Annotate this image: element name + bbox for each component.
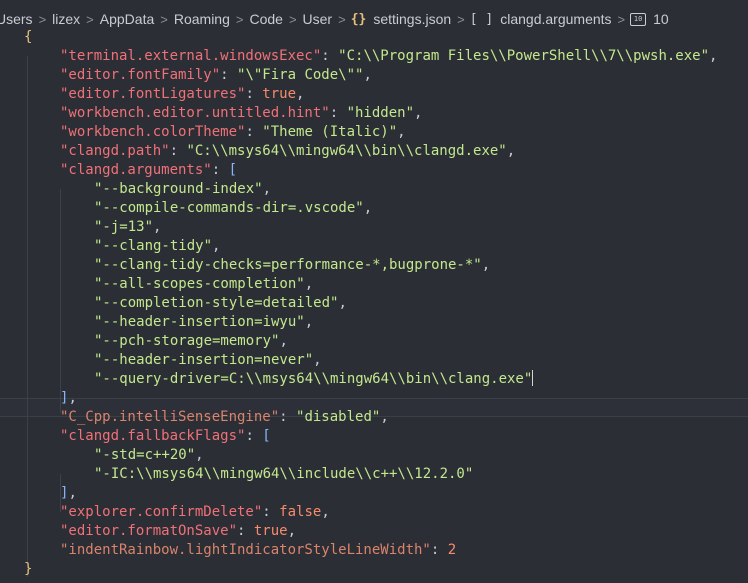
code-line: "--all-scopes-completion", (94, 276, 314, 292)
breadcrumb-item-file[interactable]: settings.json (370, 11, 454, 27)
code-line: "indentRainbow.lightIndicatorStyleLineWi… (60, 542, 457, 558)
code-line: "--completion-style=detailed", (94, 295, 347, 311)
breadcrumb-item-symbol[interactable]: clangd.arguments (497, 11, 614, 27)
breadcrumb-item-appdata[interactable]: AppData (97, 11, 157, 27)
breadcrumb-item-code[interactable]: Code (246, 11, 285, 27)
indent-guide (60, 189, 61, 413)
code-line: "-IC:\\msys64\\mingw64\\include\\c++\\12… (94, 466, 474, 482)
code-line: "editor.fontFamily": "\"Fira Code\"", (60, 67, 372, 83)
number-symbol-icon: 10 (630, 12, 647, 26)
code-line: "--compile-commands-dir=.vscode", (94, 200, 373, 216)
code-line: "workbench.colorTheme": "Theme (Italic)"… (60, 124, 406, 140)
code-line: "--clang-tidy", (94, 238, 221, 254)
code-line: { (24, 29, 33, 45)
code-line-current: "--query-driver=C:\\msys64\\mingw64\\bin… (94, 370, 534, 387)
code-line: "clangd.path": "C:\\msys64\\mingw64\\bin… (60, 143, 516, 159)
breadcrumb-item-users[interactable]: Users (0, 11, 36, 27)
chevron-right-icon: > (457, 11, 465, 27)
chevron-right-icon: > (86, 11, 94, 27)
code-line: ], (60, 485, 77, 501)
code-line: "workbench.editor.untitled.hint": "hidde… (60, 105, 423, 121)
breadcrumb-item-roaming[interactable]: Roaming (171, 11, 233, 27)
code-line: ], (60, 390, 77, 406)
code-line: "terminal.external.windowsExec": "C:\\Pr… (60, 48, 718, 64)
chevron-right-icon: > (617, 11, 626, 27)
code-line: "explorer.confirmDelete": false, (60, 504, 330, 520)
code-line: "clangd.arguments": [ (60, 162, 238, 178)
chevron-right-icon: > (338, 11, 346, 27)
code-line: "--background-index", (94, 181, 272, 197)
chevron-right-icon: > (38, 11, 47, 27)
indent-guide (27, 56, 28, 577)
breadcrumb-item-user[interactable]: User (300, 11, 336, 27)
code-line: "clangd.fallbackFlags": [ (60, 428, 271, 444)
chevron-right-icon: > (235, 11, 244, 27)
code-line: "C_Cpp.intelliSenseEngine": "disabled", (60, 409, 389, 425)
code-line: "-std=c++20", (94, 447, 204, 463)
code-line: "--header-insertion=never", (94, 352, 322, 368)
code-line: "-j=13", (94, 219, 162, 235)
breadcrumb-item-lizex[interactable]: lizex (49, 11, 83, 27)
code-line: "--pch-storage=memory", (94, 333, 288, 349)
code-line: } (24, 561, 33, 577)
text-cursor (532, 370, 534, 386)
breadcrumb-item-index[interactable]: 10 (650, 11, 672, 27)
code-line: "--clang-tidy-checks=performance-*,bugpr… (94, 257, 491, 273)
code-line: "editor.formatOnSave": true, (60, 523, 297, 539)
code-line: "--header-insertion=iwyu", (94, 314, 314, 330)
code-editor[interactable]: { "terminal.external.windowsExec": "C:\\… (0, 28, 748, 583)
json-file-icon: {} (350, 11, 367, 27)
array-symbol-icon: [ ] (469, 11, 494, 27)
chevron-right-icon: > (288, 11, 297, 27)
chevron-right-icon: > (160, 11, 168, 27)
code-line: "editor.fontLigatures": true, (60, 86, 305, 102)
